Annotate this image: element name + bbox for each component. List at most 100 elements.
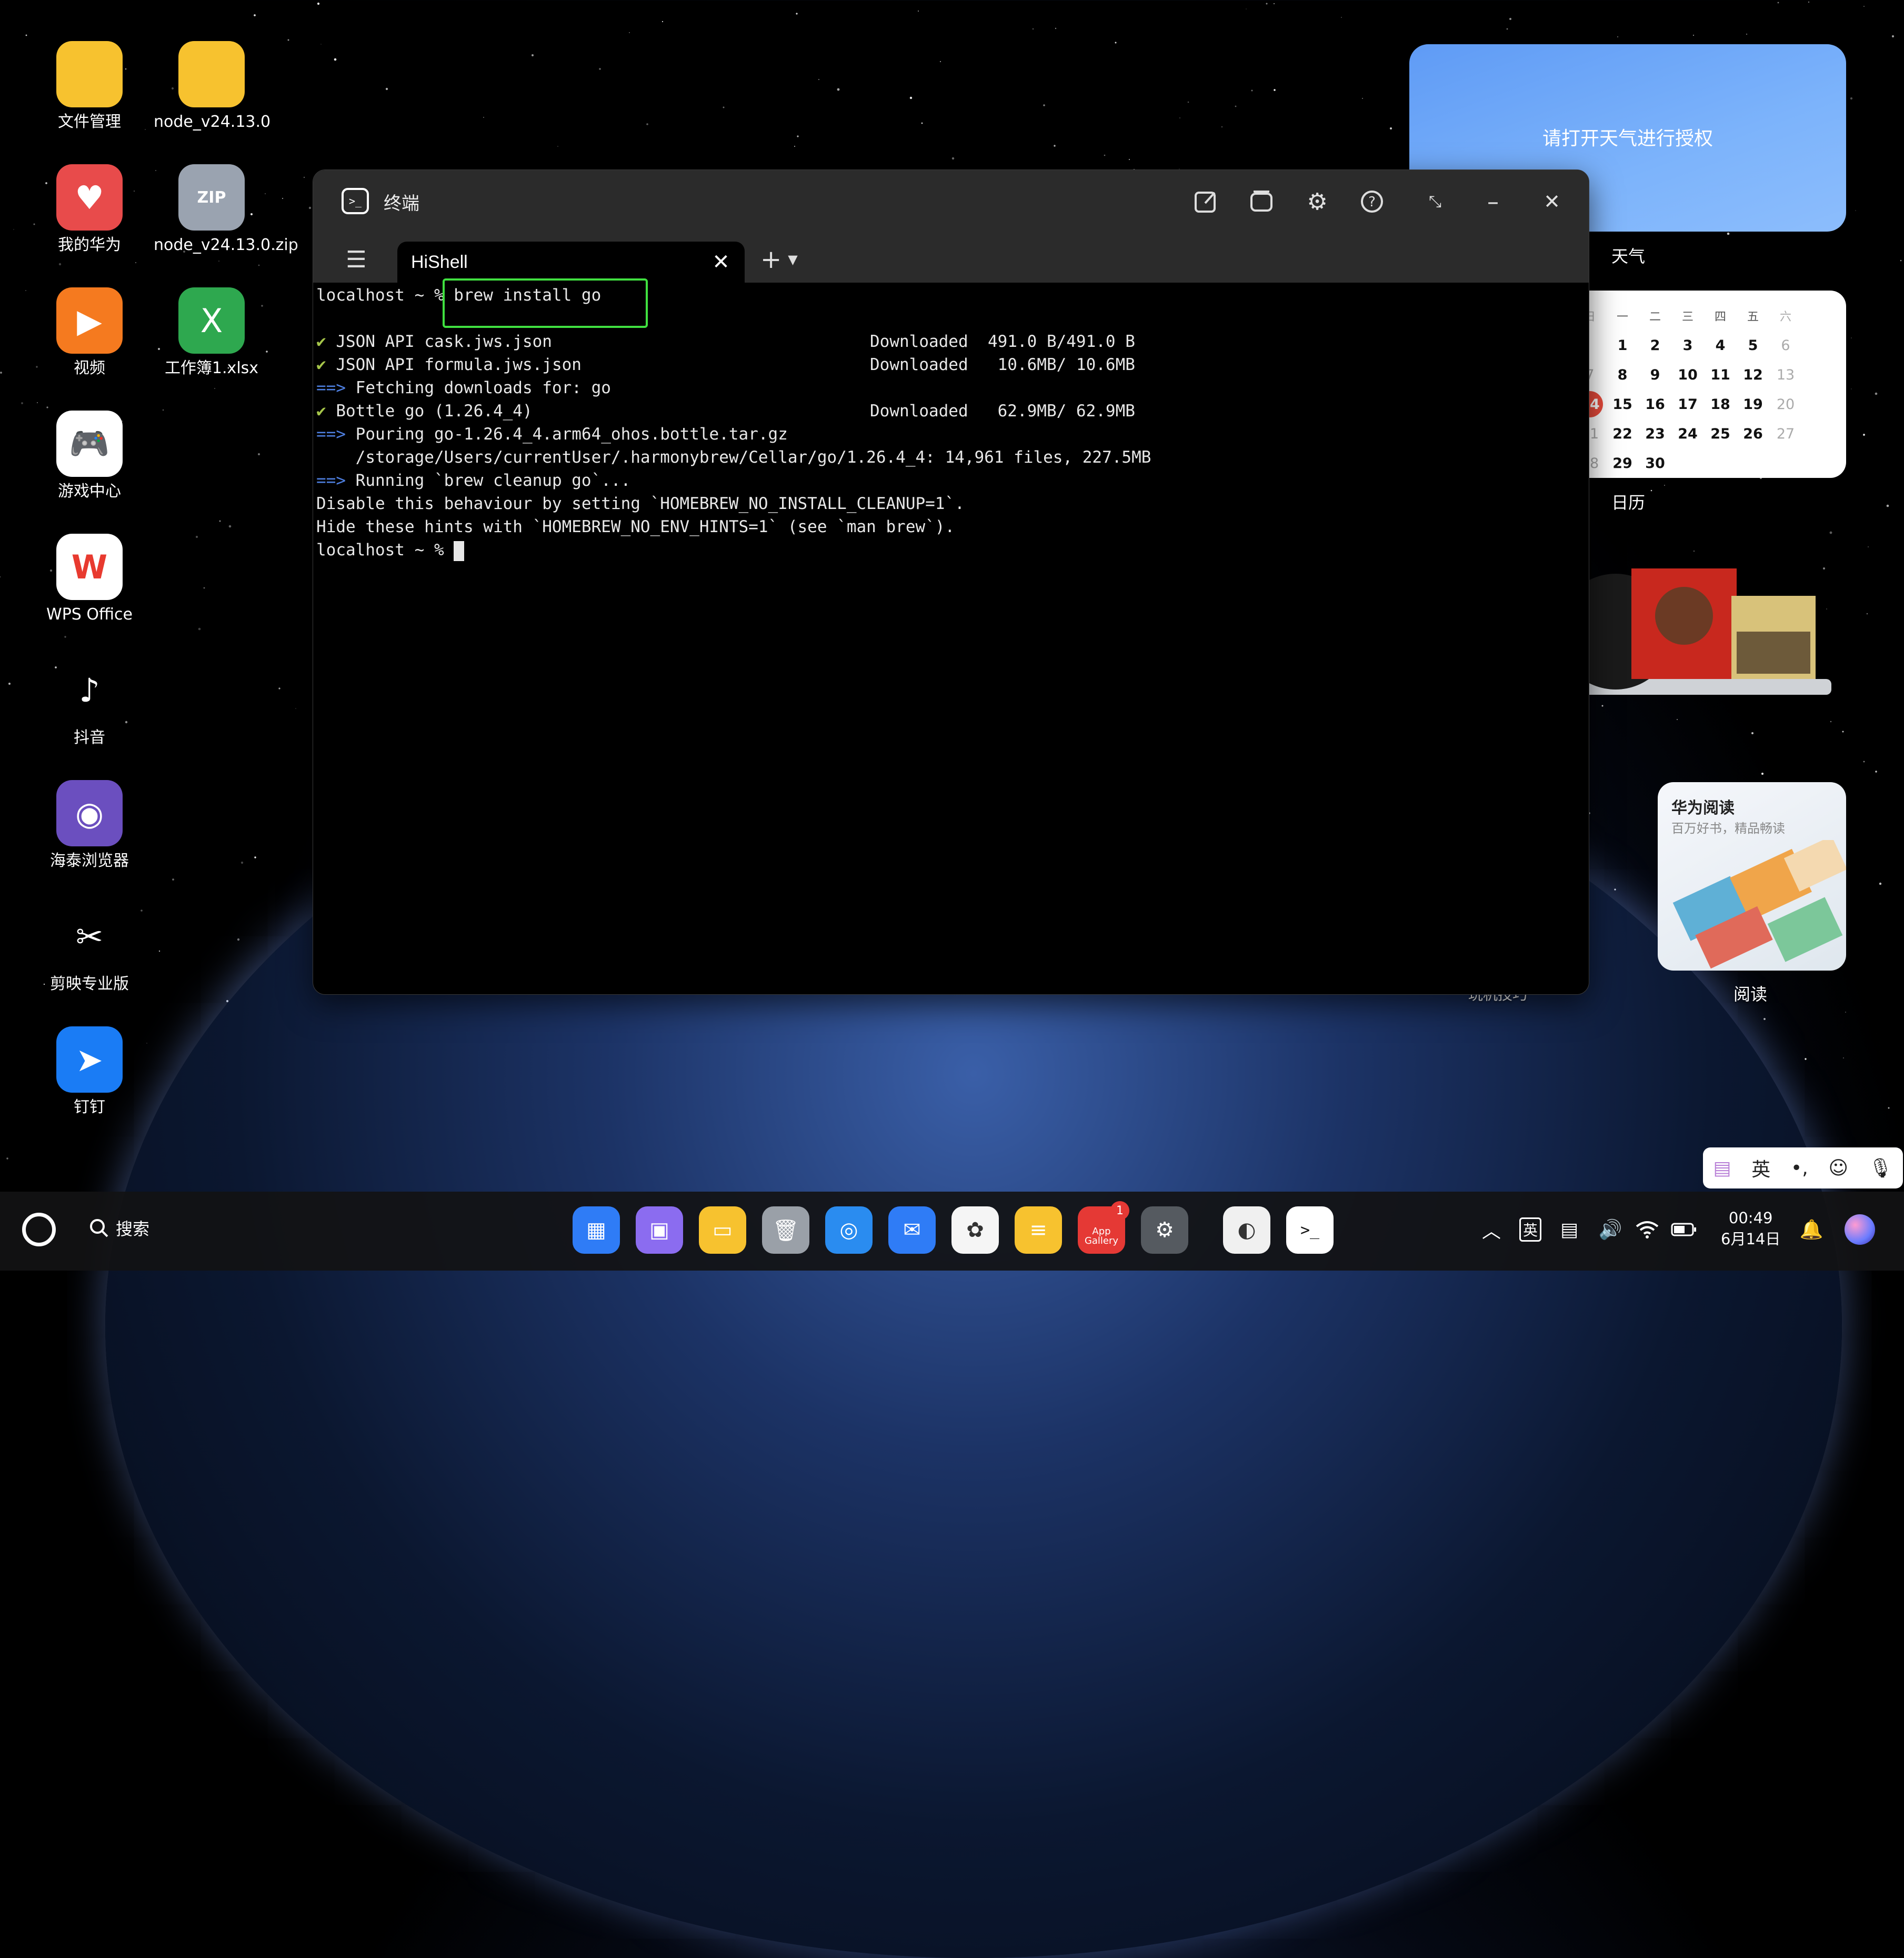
tab-close-icon[interactable]: ✕ — [707, 248, 735, 276]
calendar-day[interactable]: 3 — [1671, 331, 1704, 360]
ime-logo-icon[interactable]: ▤ — [1713, 1157, 1731, 1179]
calendar-day[interactable]: 27 — [1769, 419, 1802, 448]
calendar-day[interactable]: 4 — [1704, 331, 1737, 360]
notes-icon[interactable]: ≡ — [1015, 1206, 1062, 1254]
desktop-icon-label: 抖音 — [74, 728, 105, 747]
calendar-day[interactable]: 10 — [1671, 360, 1704, 389]
desktop-icon-gamepad[interactable]: 🎮 游戏中心 — [32, 411, 147, 501]
calendar-day[interactable]: 12 — [1737, 360, 1769, 389]
wifi-icon[interactable] — [1631, 1213, 1663, 1246]
calendar-day — [1704, 448, 1737, 478]
gear-icon[interactable]: ⚙ — [1300, 185, 1334, 218]
start-icon[interactable] — [22, 1213, 56, 1246]
books-illustration — [1672, 840, 1846, 969]
calendar-day[interactable]: 20 — [1769, 389, 1802, 419]
terminal-text: Fetching downloads for: go — [355, 378, 611, 397]
tab-hishell[interactable]: HiShell ✕ — [397, 242, 745, 283]
calendar-day[interactable]: 11 — [1704, 360, 1737, 389]
calendar-day[interactable]: 6 — [1769, 331, 1802, 360]
minimize-icon[interactable]: – — [1476, 185, 1510, 218]
app-launcher-icon[interactable]: ▦ — [573, 1206, 620, 1254]
settings-icon[interactable]: ⚙ — [1141, 1206, 1188, 1254]
window-layout-icon[interactable] — [1245, 185, 1278, 218]
desktop-icon-tiktok[interactable]: ♪ 抖音 — [32, 657, 147, 747]
calendar-day[interactable]: 2 — [1639, 331, 1671, 360]
chevron-up-icon[interactable]: ︿ — [1476, 1213, 1507, 1246]
calendar-day[interactable]: 23 — [1639, 419, 1671, 448]
search-icon — [90, 1219, 108, 1237]
reader-widget[interactable]: 华为阅读 百万好书，精品畅读 — [1658, 782, 1846, 971]
notification-badge: 1 — [1110, 1201, 1129, 1220]
download-status: Downloaded 10.6MB/ 10.6MB — [870, 355, 1135, 374]
music-widget[interactable] — [1584, 568, 1837, 700]
desktop-icon-label: node_v24.13.0 — [154, 113, 271, 131]
desktop-icon-huawei-bag[interactable]: ♥ 我的华为 — [32, 164, 147, 255]
calendar-widget[interactable]: 日一二三四五六 1 2 3 4 5 6 7 8 9 10 11 12 13 14 15 16 17 18 19 20 21… — [1558, 291, 1846, 478]
calendar-day[interactable]: 19 — [1737, 389, 1769, 419]
calendar-day[interactable]: 15 — [1606, 389, 1639, 419]
terminal-window[interactable]: >_ 终端 ⚙ ? ⤡ – ✕ ☰ HiShell ✕ + ▼ localhost… — [313, 169, 1589, 995]
calendar-day[interactable]: 8 — [1606, 360, 1639, 389]
microphone-icon[interactable]: 🎙 — [1869, 1157, 1893, 1179]
photos-icon[interactable]: ✿ — [951, 1206, 999, 1254]
calendar-day[interactable]: 9 — [1639, 360, 1671, 389]
calendar-day[interactable]: 30 — [1639, 448, 1671, 478]
desktop-icon-label: 剪映专业版 — [50, 975, 129, 993]
trash-icon[interactable]: 🗑 — [762, 1206, 809, 1254]
assistant-icon[interactable] — [1844, 1213, 1876, 1246]
help-icon[interactable]: ? — [1355, 185, 1389, 218]
desktop-icon-video[interactable]: ▶ 视频 — [32, 287, 147, 378]
desktop-icon-folder[interactable]: 文件管理 — [32, 41, 147, 132]
title-bar[interactable]: >_ 终端 ⚙ ? ⤡ – ✕ — [313, 170, 1589, 235]
calendar-day[interactable]: 24 — [1671, 419, 1704, 448]
app-gallery-icon[interactable]: App Gallery 1 — [1078, 1201, 1129, 1254]
punctuation-icon[interactable]: •, — [1791, 1157, 1808, 1179]
calendar-day[interactable]: 18 — [1704, 389, 1737, 419]
calendar-day[interactable]: 29 — [1606, 448, 1639, 478]
file-manager-icon[interactable]: ▭ — [699, 1206, 746, 1254]
terminal-line: localhost ~ % brew install go — [316, 278, 1589, 328]
calendar-day[interactable]: 17 — [1671, 389, 1704, 419]
calendar-day[interactable]: 22 — [1606, 419, 1639, 448]
menu-icon[interactable]: ☰ — [339, 244, 373, 275]
edit-icon[interactable] — [1189, 185, 1222, 218]
desktop-icon-zip[interactable]: ZIP node_v24.13.0.zip — [154, 164, 298, 255]
search-button[interactable]: 搜索 — [88, 1216, 149, 1240]
volume-icon[interactable]: 🔊 — [1595, 1213, 1626, 1246]
terminal-text: localhost ~ % — [316, 541, 454, 560]
emoji-icon[interactable]: ☺ — [1829, 1157, 1849, 1179]
ime-language-toggle[interactable]: 英 — [1751, 1154, 1770, 1182]
desktop-icon-browser[interactable]: ◉ 海泰浏览器 — [32, 780, 147, 871]
calendar-day[interactable]: 5 — [1737, 331, 1769, 360]
calendar-day[interactable]: 1 — [1606, 331, 1639, 360]
multitask-icon[interactable]: ▣ — [636, 1206, 683, 1254]
battery-icon[interactable] — [1668, 1213, 1700, 1246]
calendar-day[interactable]: 16 — [1639, 389, 1671, 419]
desktop-icon-wps[interactable]: W WPS Office — [32, 534, 147, 624]
terminal-output[interactable]: localhost ~ % brew install go ✔ JSON API … — [316, 278, 1589, 994]
new-tab-button[interactable]: + ▼ — [760, 244, 798, 275]
tab-label: HiShell — [411, 252, 468, 272]
clock[interactable]: 00:49 6月14日 — [1721, 1207, 1780, 1250]
dock: ▦ ▣ ▭ 🗑 ◎ ✉ ✿ ≡ App Gallery 1 ⚙ ◐ >_ — [573, 1201, 1334, 1254]
maximize-icon[interactable]: ⤡ — [1418, 185, 1452, 218]
download-status: Downloaded 491.0 B/491.0 B — [870, 332, 1135, 351]
dropdown-caret-icon: ▼ — [788, 252, 798, 267]
calendar-day[interactable]: 25 — [1704, 419, 1737, 448]
input-method-icon[interactable]: 英 — [1515, 1213, 1546, 1246]
desktop-icon-folder[interactable]: node_v24.13.0 — [154, 41, 271, 132]
clock-date: 6月14日 — [1721, 1230, 1781, 1248]
terminal-icon[interactable]: >_ — [1286, 1206, 1334, 1254]
close-icon[interactable]: ✕ — [1535, 185, 1569, 218]
hi-browser-icon[interactable]: ◐ — [1223, 1206, 1270, 1254]
calendar-day[interactable]: 13 — [1769, 360, 1802, 389]
desktop-icon-capcut[interactable]: ✂ 剪映专业版 — [32, 903, 147, 994]
desktop-icon-dingtalk[interactable]: ➤ 钉钉 — [32, 1026, 147, 1117]
browser-icon[interactable]: ◎ — [825, 1206, 873, 1254]
mail-icon[interactable]: ✉ — [888, 1206, 936, 1254]
calendar-day[interactable]: 26 — [1737, 419, 1769, 448]
desktop-icon-excel[interactable]: X 工作簿1.xlsx — [154, 287, 269, 378]
notification-bell-icon[interactable]: 🔔 — [1796, 1213, 1827, 1246]
clipboard-icon[interactable]: ▤ — [1554, 1213, 1585, 1246]
